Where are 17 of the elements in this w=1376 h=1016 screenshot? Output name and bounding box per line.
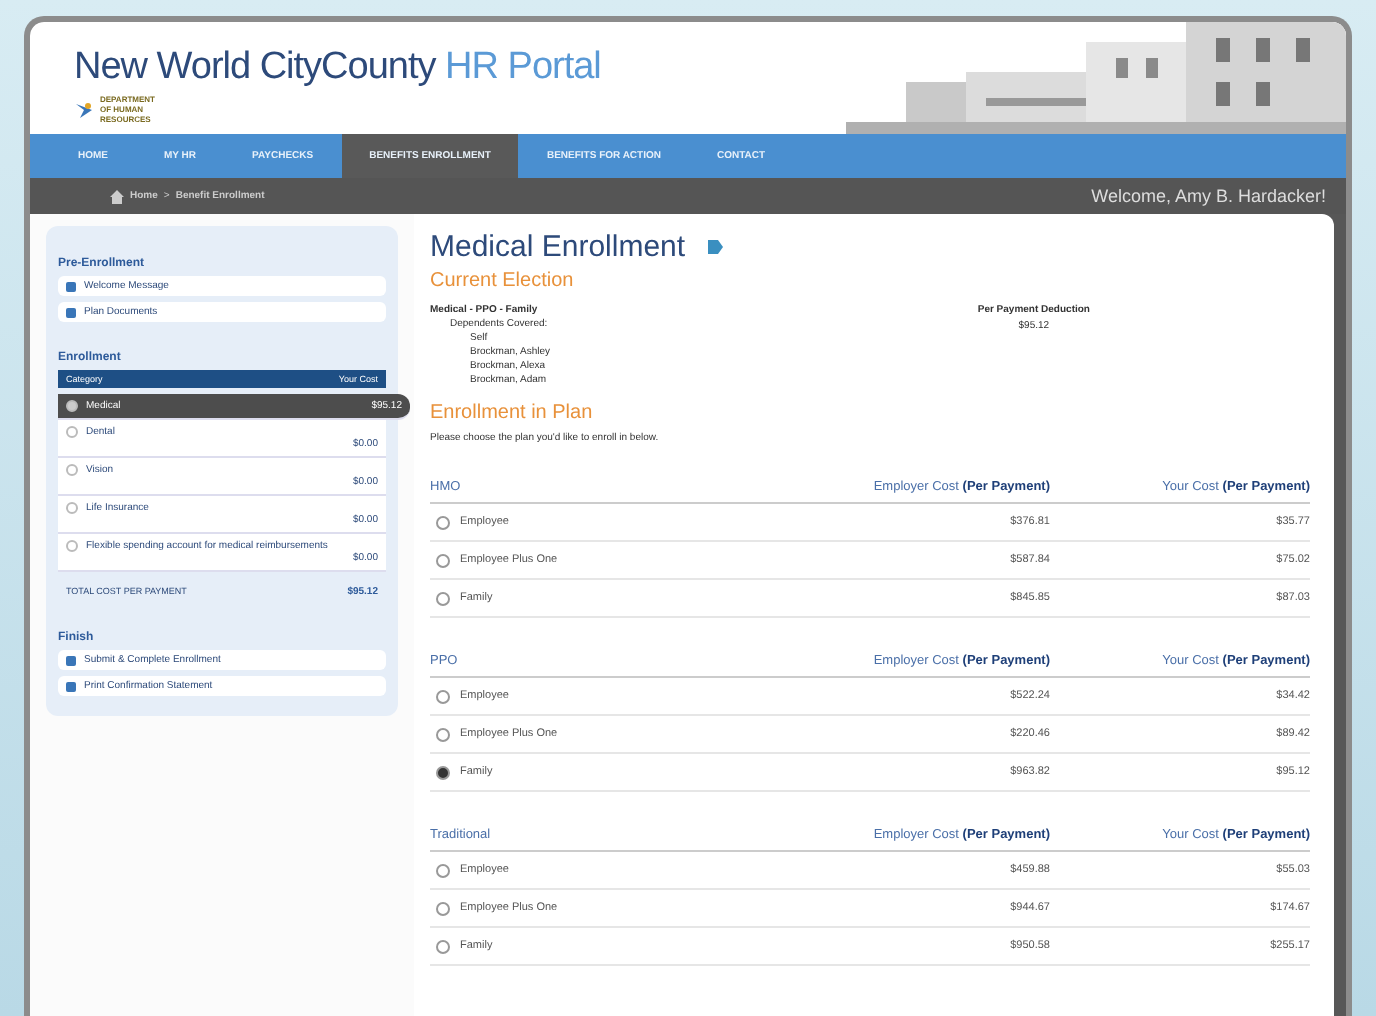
section-heading: Current Election — [430, 270, 576, 292]
tag-icon — [705, 238, 724, 256]
star-logo-icon — [74, 101, 94, 120]
radio-button[interactable] — [436, 553, 450, 567]
radio-button[interactable] — [436, 939, 450, 953]
radio-button[interactable] — [436, 591, 450, 605]
radio-button[interactable] — [436, 765, 450, 779]
radio-button[interactable] — [436, 863, 450, 877]
section-heading: Enrollment in Plan — [430, 402, 595, 424]
page-title: Medical Enrollment — [430, 230, 686, 264]
radio-button[interactable] — [436, 515, 450, 529]
radio-button[interactable] — [436, 727, 450, 741]
radio-button[interactable] — [436, 901, 450, 915]
welcome-message: Welcome, Amy B. Hardacker! — [1091, 186, 1326, 206]
radio-button[interactable] — [436, 689, 450, 703]
home-icon[interactable] — [110, 189, 124, 203]
portal-title: New World CityCounty HR Portal — [74, 46, 601, 90]
